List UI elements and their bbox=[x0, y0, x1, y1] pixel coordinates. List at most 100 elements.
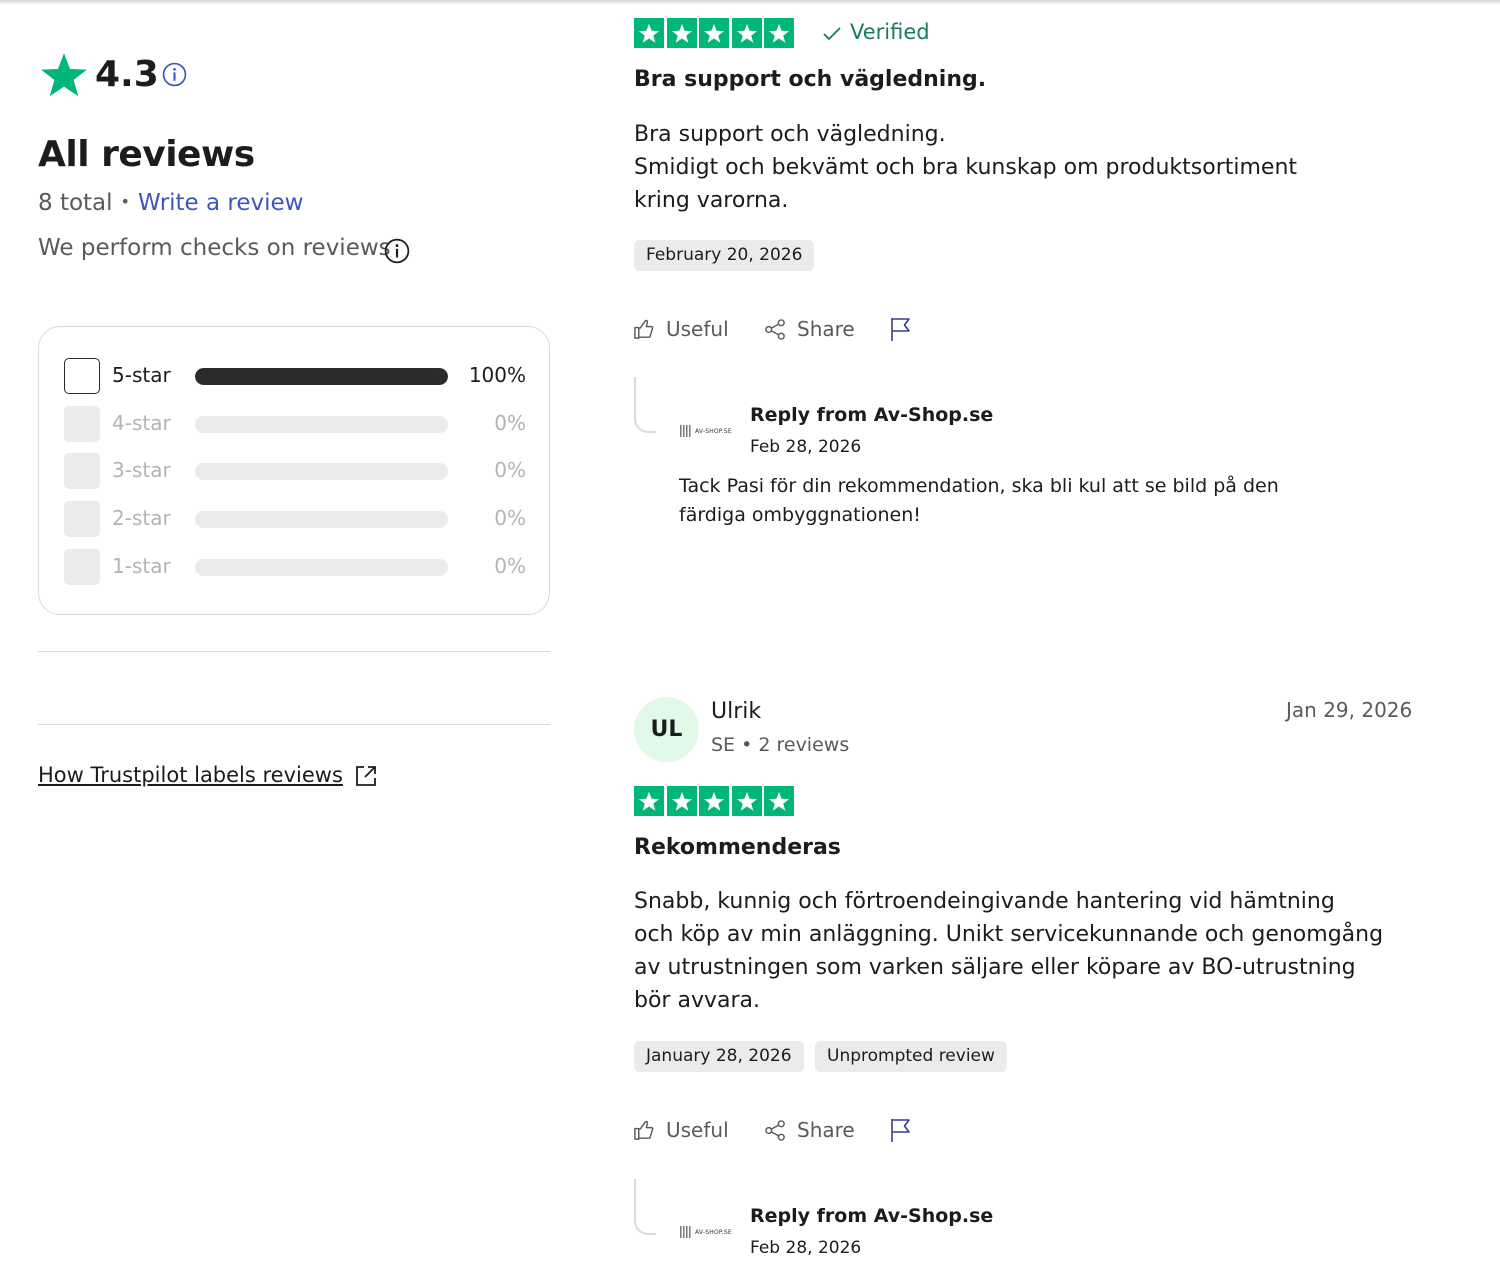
percentage-value: 0% bbox=[494, 506, 526, 530]
write-review-link[interactable]: Write a review bbox=[138, 190, 304, 216]
filter-row-4-star[interactable]: 4-star 0% bbox=[64, 406, 526, 444]
star-label: 5-star bbox=[112, 363, 171, 387]
share-icon bbox=[765, 318, 785, 340]
filter-row-2-star[interactable]: 2-star 0% bbox=[64, 501, 526, 539]
reply-date: Feb 28, 2026 bbox=[750, 1238, 862, 1258]
thumbs-up-icon bbox=[634, 1120, 654, 1140]
logo-text: AV-SHOP.SE bbox=[695, 427, 732, 435]
checkbox[interactable] bbox=[64, 358, 100, 394]
useful-button[interactable]: Useful bbox=[633, 317, 729, 341]
review-line: och köp av min anläggning. Unikt service… bbox=[634, 922, 1384, 947]
thumbs-up-icon bbox=[634, 319, 654, 339]
star-icon bbox=[666, 786, 697, 816]
company-logo: AV-SHOP.SE bbox=[680, 424, 736, 438]
filter-row-1-star[interactable]: 1-star 0% bbox=[64, 549, 526, 587]
separator-dot: • bbox=[120, 192, 130, 211]
percentage-bar bbox=[195, 559, 448, 576]
page-title: All reviews bbox=[38, 134, 255, 175]
star-icon bbox=[764, 18, 794, 48]
star-label: 2-star bbox=[112, 506, 171, 530]
star-icon bbox=[764, 786, 794, 816]
useful-button[interactable]: Useful bbox=[633, 1118, 729, 1142]
logo-text: AV-SHOP.SE bbox=[695, 1228, 732, 1236]
review-line: bör avvara. bbox=[634, 988, 760, 1013]
trustpilot-star-icon bbox=[41, 53, 87, 97]
star-label: 1-star bbox=[112, 554, 171, 578]
logo-mark bbox=[680, 1226, 692, 1238]
reply-date: Feb 28, 2026 bbox=[750, 437, 862, 457]
star-icon bbox=[731, 18, 762, 48]
percentage-bar bbox=[195, 463, 448, 480]
reply-from: Reply from Av-Shop.se bbox=[750, 404, 994, 426]
reply-line: färdiga ombyggnationen! bbox=[679, 504, 921, 526]
star-icon bbox=[699, 786, 729, 816]
review-line: Smidigt och bekvämt och bra kunskap om p… bbox=[634, 155, 1298, 180]
logo-mark bbox=[680, 425, 692, 437]
share-label: Share bbox=[797, 1118, 855, 1142]
star-icon bbox=[634, 18, 664, 48]
useful-label: Useful bbox=[666, 317, 729, 341]
reviewer-name[interactable]: Ulrik bbox=[711, 699, 761, 724]
date-chip: January 28, 2026 bbox=[634, 1041, 804, 1072]
verified-badge: Verified bbox=[822, 20, 930, 44]
filter-row-3-star[interactable]: 3-star 0% bbox=[64, 453, 526, 491]
info-icon[interactable] bbox=[384, 238, 410, 264]
flag-icon[interactable] bbox=[889, 316, 913, 342]
percentage-bar bbox=[195, 368, 448, 385]
percentage-value: 100% bbox=[468, 363, 526, 387]
total-count: 8 total bbox=[38, 190, 113, 216]
avatar[interactable]: UL bbox=[634, 697, 699, 762]
top-shadow bbox=[0, 0, 1500, 5]
review-line: Snabb, kunnig och förtroendeingivande ha… bbox=[634, 889, 1335, 914]
percentage-bar bbox=[195, 416, 448, 433]
review-line: Bra support och vägledning. bbox=[634, 122, 946, 147]
reply-connector bbox=[634, 377, 656, 433]
date-chip: February 20, 2026 bbox=[634, 240, 815, 271]
percentage-value: 0% bbox=[494, 554, 526, 578]
filter-row-5-star[interactable]: 5-star 100% bbox=[64, 358, 526, 396]
star-label: 3-star bbox=[112, 458, 171, 482]
review-body: Snabb, kunnig och förtroendeingivande ha… bbox=[634, 885, 1394, 1017]
review-line: kring varorna. bbox=[634, 188, 789, 213]
star-label: 4-star bbox=[112, 411, 171, 435]
star-icon bbox=[634, 786, 664, 816]
checkbox[interactable] bbox=[64, 549, 100, 585]
reply-from: Reply from Av-Shop.se bbox=[750, 1205, 994, 1227]
external-link-icon[interactable] bbox=[354, 764, 378, 788]
reviewer-meta: SE • 2 reviews bbox=[711, 734, 850, 756]
percentage-value: 0% bbox=[494, 411, 526, 435]
review-line: av utrustningen som varken säljare eller… bbox=[634, 955, 1356, 980]
star-icon bbox=[699, 18, 729, 48]
divider bbox=[38, 724, 550, 725]
percentage-bar bbox=[195, 511, 448, 528]
star-rating bbox=[634, 18, 794, 48]
review-body: Bra support och vägledning. Smidigt och … bbox=[634, 118, 1334, 217]
checkbox[interactable] bbox=[64, 406, 100, 442]
share-button[interactable]: Share bbox=[764, 1118, 855, 1142]
review-totals: 8 total • Write a review bbox=[38, 190, 304, 216]
checkmark-icon bbox=[823, 27, 841, 41]
share-button[interactable]: Share bbox=[764, 317, 855, 341]
star-icon bbox=[666, 18, 697, 48]
how-trustpilot-labels-link[interactable]: How Trustpilot labels reviews bbox=[38, 763, 343, 787]
review-title: Bra support och vägledning. bbox=[634, 67, 987, 92]
flag-icon[interactable] bbox=[889, 1117, 913, 1143]
review-date: Jan 29, 2026 bbox=[1286, 698, 1413, 722]
star-icon bbox=[731, 786, 762, 816]
useful-label: Useful bbox=[666, 1118, 729, 1142]
bar-fill bbox=[195, 368, 448, 385]
checkbox[interactable] bbox=[64, 453, 100, 489]
checkbox[interactable] bbox=[64, 501, 100, 537]
reply-line: Tack Pasi för din rekommendation, ska bl… bbox=[679, 475, 1279, 497]
share-label: Share bbox=[797, 317, 855, 341]
unprompted-chip: Unprompted review bbox=[815, 1041, 1007, 1072]
info-icon[interactable] bbox=[162, 62, 187, 87]
star-rating bbox=[634, 786, 794, 816]
company-logo: AV-SHOP.SE bbox=[680, 1225, 736, 1239]
overall-rating: 4.3 bbox=[95, 54, 159, 95]
review-checks-text: We perform checks on reviews bbox=[38, 235, 391, 261]
share-icon bbox=[765, 1119, 785, 1141]
divider bbox=[38, 651, 550, 652]
percentage-value: 0% bbox=[494, 458, 526, 482]
review-title: Rekommenderas bbox=[634, 835, 841, 860]
